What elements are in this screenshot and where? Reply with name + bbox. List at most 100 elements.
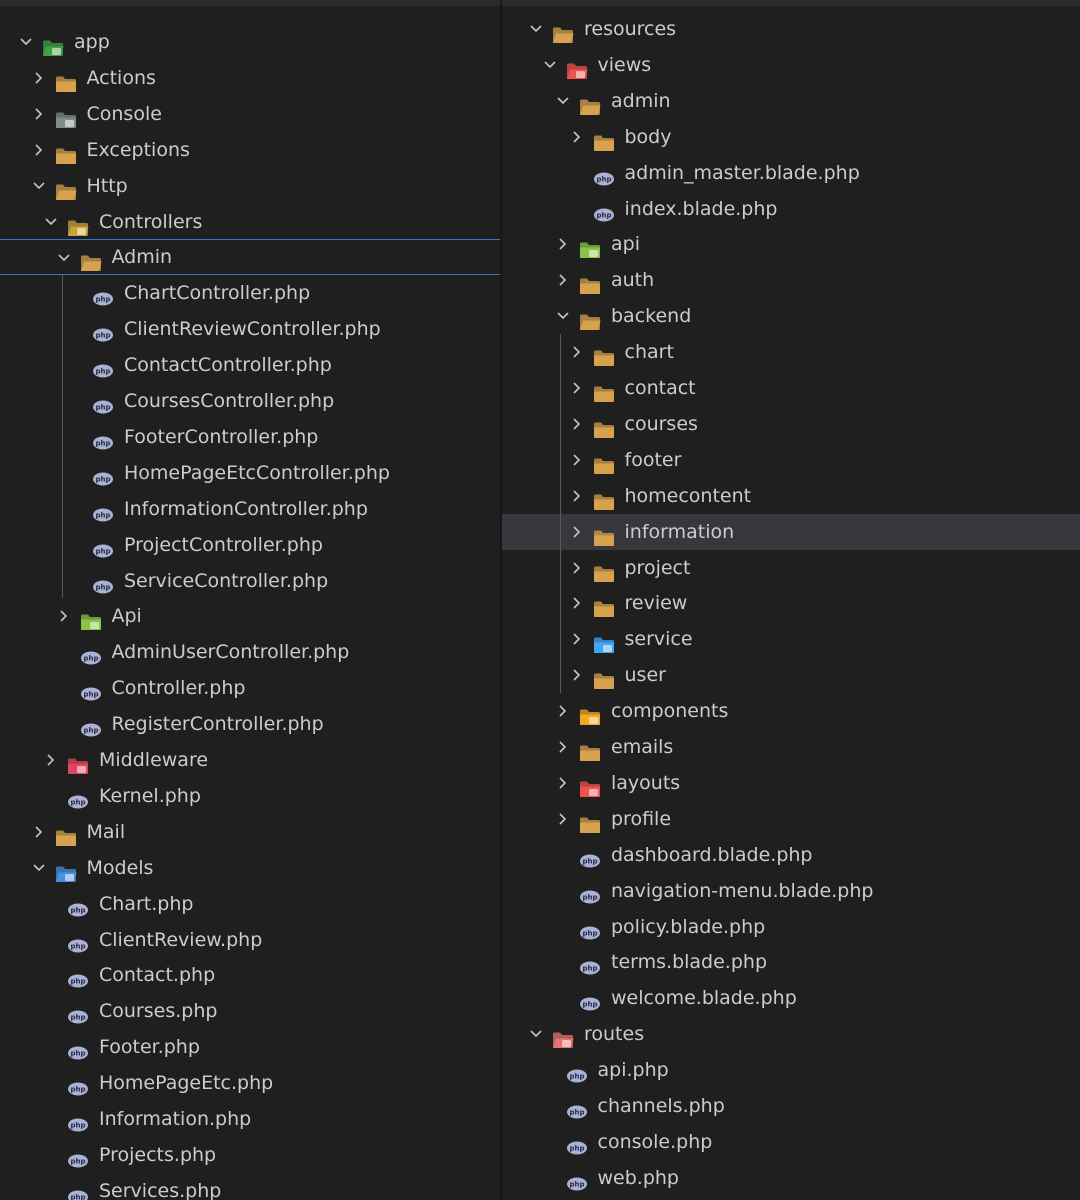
explorer-pane-right[interactable]: resources views admin body php admin_master.b…	[502, 6, 1080, 1200]
tree-folder-row[interactable]: emails	[502, 729, 1080, 765]
explorer-pane-left[interactable]: app Actions Console Exceptions Http Controlle…	[0, 6, 500, 1200]
tree-folder-row[interactable]: views	[502, 47, 1080, 83]
chevron-right-icon[interactable]	[569, 406, 585, 442]
chevron-right-icon[interactable]	[569, 585, 585, 621]
tree-folder-row[interactable]: Models	[0, 850, 500, 886]
tree-file-row[interactable]: php Courses.php	[0, 993, 500, 1029]
chevron-right-icon[interactable]	[569, 442, 585, 478]
tree-folder-row[interactable]: contact	[502, 370, 1080, 406]
chevron-right-icon[interactable]	[569, 119, 585, 155]
tree-file-row[interactable]: php policy.blade.php	[502, 909, 1080, 945]
tree-file-row[interactable]: php Kernel.php	[0, 778, 500, 814]
tree-file-row[interactable]: php HomePageEtcController.php	[0, 455, 500, 491]
chevron-right-icon[interactable]	[555, 765, 571, 801]
tree-folder-row[interactable]: project	[502, 550, 1080, 586]
tree-folder-row[interactable]: Exceptions	[0, 132, 500, 168]
tree-file-row[interactable]: php ClientReviewController.php	[0, 311, 500, 347]
tree-folder-row[interactable]: service	[502, 621, 1080, 657]
chevron-right-icon[interactable]	[569, 334, 585, 370]
tree-file-row[interactable]: php RegisterController.php	[0, 706, 500, 742]
chevron-right-icon[interactable]	[569, 657, 585, 693]
tree-folder-row[interactable]: admin	[502, 83, 1080, 119]
tree-file-row[interactable]: php FooterController.php	[0, 419, 500, 455]
chevron-down-icon[interactable]	[43, 204, 59, 240]
tree-file-row[interactable]: php terms.blade.php	[502, 944, 1080, 980]
tree-file-row[interactable]: php ContactController.php	[0, 347, 500, 383]
tree-folder-row[interactable]: routes	[502, 1016, 1080, 1052]
tree-folder-row[interactable]: chart	[502, 334, 1080, 370]
chevron-right-icon[interactable]	[31, 814, 47, 850]
chevron-right-icon[interactable]	[569, 370, 585, 406]
tree-folder-row[interactable]: Controllers	[0, 204, 500, 240]
chevron-down-icon[interactable]	[18, 24, 34, 60]
tree-folder-row[interactable]: body	[502, 119, 1080, 155]
tree-file-row[interactable]: php console.php	[502, 1124, 1080, 1160]
tree-file-row[interactable]: php Services.php	[0, 1173, 500, 1200]
chevron-right-icon[interactable]	[555, 801, 571, 837]
tree-file-row[interactable]: php ChartController.php	[0, 275, 500, 311]
tree-folder-row[interactable]: Actions	[0, 60, 500, 96]
tree-folder-row[interactable]: information	[502, 513, 1080, 550]
tree-file-row[interactable]: php ProjectController.php	[0, 527, 500, 563]
tree-file-row[interactable]: php ClientReview.php	[0, 922, 500, 958]
tree-folder-row[interactable]: review	[502, 585, 1080, 621]
chevron-down-icon[interactable]	[542, 47, 558, 83]
chevron-down-icon[interactable]	[555, 83, 571, 119]
tree-file-row[interactable]: php InformationController.php	[0, 491, 500, 527]
tree-folder-row[interactable]: Mail	[0, 814, 500, 850]
chevron-right-icon[interactable]	[569, 514, 585, 550]
chevron-right-icon[interactable]	[555, 693, 571, 729]
tree-file-row[interactable]: php AdminUserController.php	[0, 634, 500, 670]
tree-file-row[interactable]: php index.blade.php	[502, 191, 1080, 227]
tree-folder-row[interactable]: profile	[502, 801, 1080, 837]
tree-folder-row[interactable]: components	[502, 693, 1080, 729]
tree-folder-row[interactable]: Admin	[0, 239, 500, 276]
chevron-right-icon[interactable]	[31, 132, 47, 168]
tree-folder-row[interactable]: backend	[502, 298, 1080, 334]
chevron-down-icon[interactable]	[31, 850, 47, 886]
tree-folder-row[interactable]: resources	[502, 11, 1080, 47]
tree-folder-row[interactable]: Http	[0, 168, 500, 204]
tree-file-row[interactable]: php Contact.php	[0, 957, 500, 993]
tree-file-row[interactable]: php ServiceController.php	[0, 563, 500, 599]
tree-folder-row[interactable]: homecontent	[502, 478, 1080, 514]
tree-folder-row[interactable]: Middleware	[0, 742, 500, 778]
tree-folder-row[interactable]: auth	[502, 262, 1080, 298]
tree-file-row[interactable]: php Chart.php	[0, 886, 500, 922]
chevron-down-icon[interactable]	[555, 298, 571, 334]
tree-folder-row[interactable]: Api	[0, 598, 500, 634]
tree-file-row[interactable]: php api.php	[502, 1052, 1080, 1088]
tree-file-row[interactable]: php HomePageEtc.php	[0, 1065, 500, 1101]
chevron-down-icon[interactable]	[528, 1016, 544, 1052]
chevron-right-icon[interactable]	[569, 621, 585, 657]
tree-file-row[interactable]: php navigation-menu.blade.php	[502, 873, 1080, 909]
tree-folder-row[interactable]: user	[502, 657, 1080, 693]
tree-file-row[interactable]: php Information.php	[0, 1101, 500, 1137]
tree-folder-row[interactable]: layouts	[502, 765, 1080, 801]
tree-file-row[interactable]: php admin_master.blade.php	[502, 155, 1080, 191]
chevron-down-icon[interactable]	[56, 240, 72, 276]
chevron-right-icon[interactable]	[31, 96, 47, 132]
chevron-right-icon[interactable]	[43, 742, 59, 778]
tree-file-row[interactable]: php Footer.php	[0, 1029, 500, 1065]
chevron-right-icon[interactable]	[555, 729, 571, 765]
tree-folder-row[interactable]: Console	[0, 96, 500, 132]
chevron-down-icon[interactable]	[31, 168, 47, 204]
chevron-right-icon[interactable]	[555, 262, 571, 298]
tree-file-row[interactable]: php web.php	[502, 1160, 1080, 1196]
chevron-down-icon[interactable]	[528, 11, 544, 47]
chevron-right-icon[interactable]	[56, 598, 72, 634]
tree-file-row[interactable]: php welcome.blade.php	[502, 980, 1080, 1016]
tree-folder-row[interactable]: app	[0, 24, 500, 60]
tree-file-row[interactable]: php Controller.php	[0, 670, 500, 706]
chevron-right-icon[interactable]	[569, 550, 585, 586]
tree-file-row[interactable]: php channels.php	[502, 1088, 1080, 1124]
tree-folder-row[interactable]: courses	[502, 406, 1080, 442]
tree-file-row[interactable]: php CoursesController.php	[0, 383, 500, 419]
tree-file-row[interactable]: php Projects.php	[0, 1137, 500, 1173]
tree-folder-row[interactable]: api	[502, 226, 1080, 262]
tree-folder-row[interactable]: footer	[502, 442, 1080, 478]
chevron-right-icon[interactable]	[569, 478, 585, 514]
chevron-right-icon[interactable]	[555, 226, 571, 262]
chevron-right-icon[interactable]	[31, 60, 47, 96]
